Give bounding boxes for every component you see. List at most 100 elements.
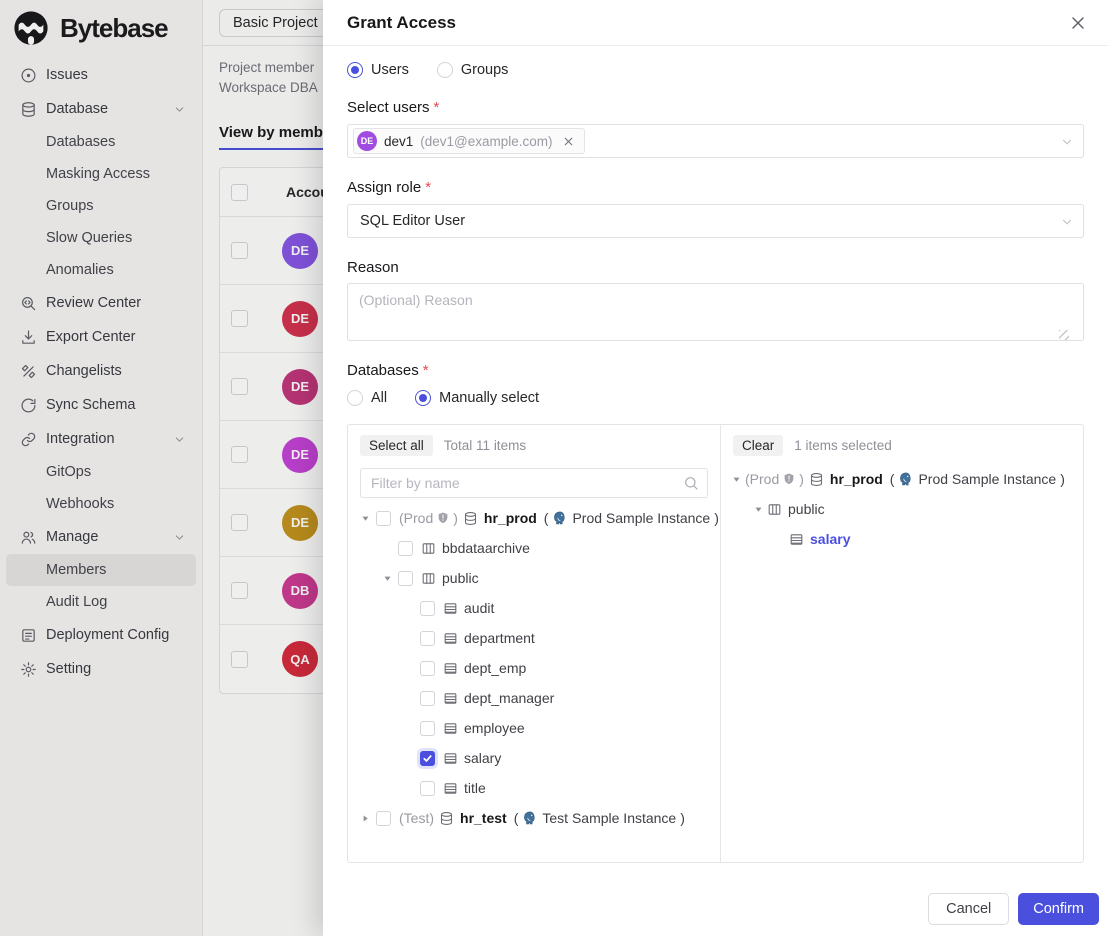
node-label: hr_prod: [830, 471, 883, 487]
checkbox[interactable]: [420, 631, 435, 646]
select-users-input[interactable]: DE dev1 (dev1@example.com): [347, 124, 1084, 158]
database-tree-select: Select all Total 11 items (Prod)hr_prod(…: [347, 424, 1084, 863]
radio-label: Manually select: [439, 390, 539, 406]
node-label: salary: [810, 531, 850, 547]
checkbox[interactable]: [420, 691, 435, 706]
node-label: hr_prod: [484, 510, 537, 526]
caret-spacer: [771, 530, 789, 548]
caret-down-icon[interactable]: [749, 500, 767, 518]
search-icon: [683, 475, 699, 491]
assign-role-label: Assign role*: [347, 179, 1084, 196]
node-label: hr_test: [460, 810, 507, 826]
tree-node-employee[interactable]: employee: [348, 713, 720, 743]
checkbox[interactable]: [420, 601, 435, 616]
checkbox[interactable]: [420, 721, 435, 736]
tree-node-dept-manager[interactable]: dept_manager: [348, 683, 720, 713]
database-icon: [463, 511, 478, 526]
required-asterisk: *: [423, 362, 429, 379]
caret-spacer: [400, 779, 418, 797]
selected-user-chip: DE dev1 (dev1@example.com): [353, 128, 585, 154]
radio-label: Groups: [461, 62, 509, 78]
modal-header: Grant Access: [323, 0, 1108, 46]
radio-selected[interactable]: [347, 62, 363, 78]
select-all-button[interactable]: Select all: [360, 435, 433, 456]
tree-node-public[interactable]: public: [721, 494, 1083, 524]
confirm-button[interactable]: Confirm: [1018, 893, 1099, 925]
tree-node-department[interactable]: department: [348, 623, 720, 653]
pg-icon: [522, 810, 538, 826]
environment-label: (Prod): [399, 510, 458, 526]
reason-label: Reason: [347, 259, 1084, 276]
checkbox[interactable]: [376, 511, 391, 526]
radio-users[interactable]: Users: [347, 62, 409, 78]
database-icon: [809, 472, 824, 487]
tree-node-hr-test[interactable]: (Test)hr_test(Test Sample Instance): [348, 803, 720, 833]
tree-node-hr-prod[interactable]: (Prod)hr_prod(Prod Sample Instance): [721, 464, 1083, 494]
tree-node-bbdataarchive[interactable]: bbdataarchive: [348, 533, 720, 563]
avatar: DE: [357, 131, 377, 151]
radio-groups[interactable]: Groups: [437, 62, 509, 78]
required-asterisk: *: [425, 179, 431, 196]
checkbox[interactable]: [420, 751, 435, 766]
environment-label: (Prod): [745, 471, 804, 487]
tree-node-salary[interactable]: salary: [348, 743, 720, 773]
environment-label: (Test): [399, 810, 434, 826]
caret-down-icon[interactable]: [727, 470, 745, 488]
pg-icon: [898, 471, 914, 487]
table-icon: [443, 751, 458, 766]
checkbox[interactable]: [420, 661, 435, 676]
tree-node-title[interactable]: title: [348, 773, 720, 803]
tree-node-salary[interactable]: salary: [721, 524, 1083, 554]
checkbox[interactable]: [398, 541, 413, 556]
schema-icon: [421, 541, 436, 556]
radio-selected[interactable]: [415, 390, 431, 406]
caret-spacer: [400, 659, 418, 677]
node-label: salary: [464, 750, 501, 766]
table-icon: [789, 532, 804, 547]
checkbox[interactable]: [398, 571, 413, 586]
caret-right-icon[interactable]: [356, 809, 374, 827]
table-icon: [443, 691, 458, 706]
required-asterisk: *: [434, 99, 440, 116]
clear-button[interactable]: Clear: [733, 435, 783, 456]
chip-user-name: dev1: [384, 134, 413, 149]
close-icon[interactable]: [1068, 13, 1088, 33]
radio-unselected[interactable]: [347, 390, 363, 406]
modal-footer: Cancel Confirm: [928, 893, 1099, 925]
node-label: audit: [464, 600, 494, 616]
caret-spacer: [400, 689, 418, 707]
tree-source-panel: Select all Total 11 items (Prod)hr_prod(…: [348, 425, 721, 862]
node-label: public: [788, 501, 825, 517]
assign-role-value: SQL Editor User: [360, 213, 465, 229]
assign-role-select[interactable]: SQL Editor User: [347, 204, 1084, 238]
caret-down-icon[interactable]: [356, 509, 374, 527]
checkbox[interactable]: [376, 811, 391, 826]
cancel-button[interactable]: Cancel: [928, 893, 1009, 925]
reason-textarea[interactable]: [347, 283, 1084, 341]
radio-all[interactable]: All: [347, 390, 387, 406]
radio-unselected[interactable]: [437, 62, 453, 78]
x-icon[interactable]: [562, 135, 575, 148]
databases-label: Databases*: [347, 362, 1084, 379]
chip-user-email: (dev1@example.com): [420, 134, 552, 149]
pg-icon: [552, 510, 568, 526]
node-label: dept_emp: [464, 660, 526, 676]
caret-down-icon[interactable]: [378, 569, 396, 587]
tree-node-audit[interactable]: audit: [348, 593, 720, 623]
checkbox[interactable]: [420, 781, 435, 796]
tree-node-public[interactable]: public: [348, 563, 720, 593]
shield-icon: [782, 472, 796, 486]
node-label: employee: [464, 720, 525, 736]
table-icon: [443, 781, 458, 796]
radio-manually-select[interactable]: Manually select: [415, 390, 539, 406]
grant-access-modal: Grant Access Users Groups Select users* D…: [323, 0, 1108, 936]
filter-by-name-input[interactable]: [360, 468, 708, 498]
tree-node-hr-prod[interactable]: (Prod)hr_prod(Prod Sample Instance): [348, 503, 720, 533]
selected-items-label: 1 items selected: [794, 438, 892, 453]
table-icon: [443, 601, 458, 616]
select-users-label: Select users*: [347, 99, 1084, 116]
tree-node-dept-emp[interactable]: dept_emp: [348, 653, 720, 683]
table-icon: [443, 631, 458, 646]
chevron-down-icon: [1060, 215, 1074, 229]
caret-spacer: [400, 749, 418, 767]
